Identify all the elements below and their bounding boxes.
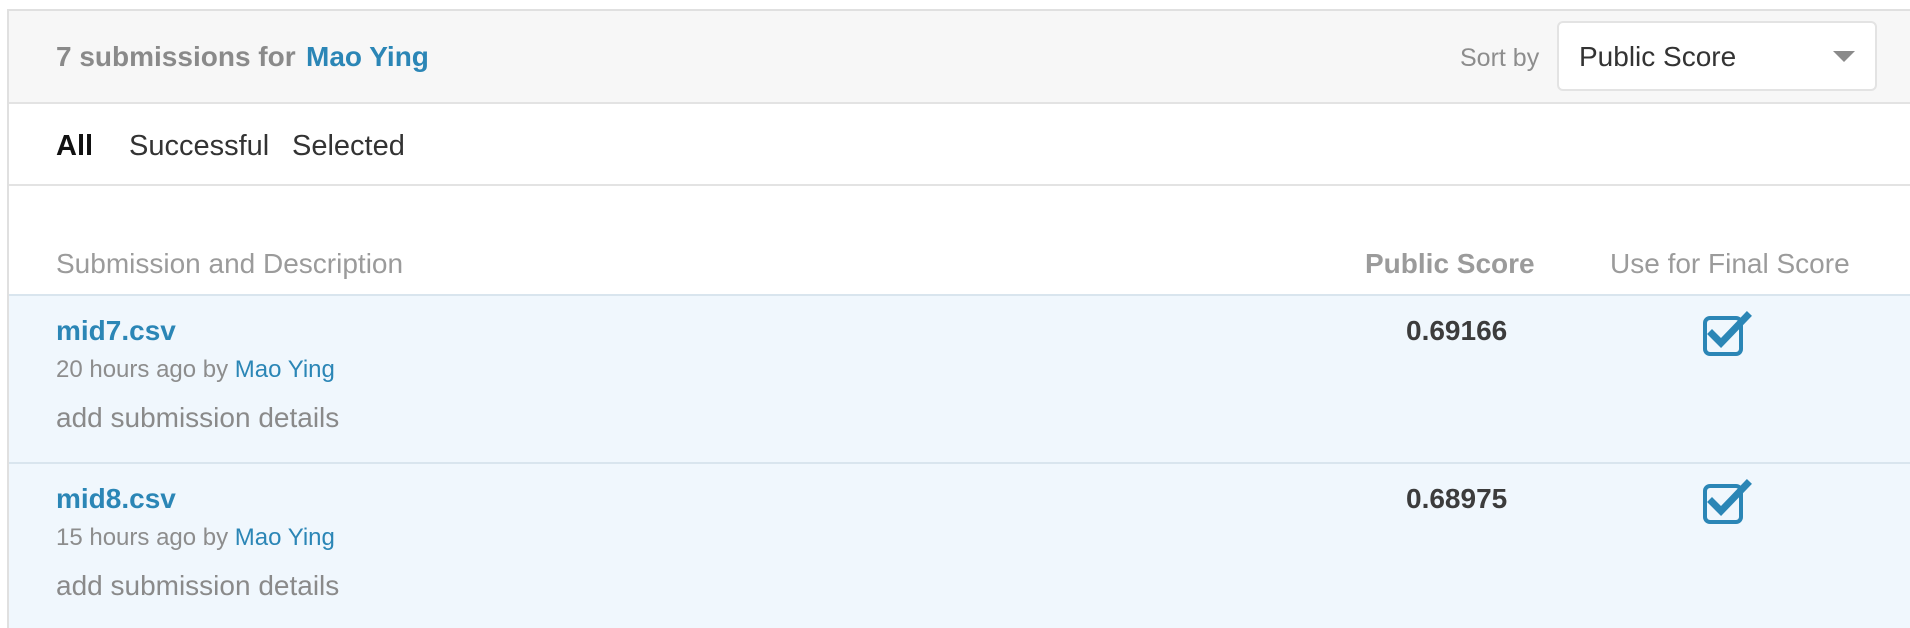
column-header-final-score: Use for Final Score — [1610, 248, 1850, 279]
filter-tabs: All Successful Selected — [9, 104, 1910, 186]
submissions-header: 7 submissions for Mao Ying Sort by Publi… — [9, 11, 1910, 104]
tab-successful[interactable]: Successful — [129, 130, 269, 163]
column-header-public-score[interactable]: Public Score — [1365, 248, 1535, 280]
sort-select[interactable]: Public Score — [1557, 21, 1877, 91]
submission-author-link[interactable]: Mao Ying — [235, 356, 335, 383]
sort-select-value: Public Score — [1579, 41, 1737, 72]
submission-count: 7 submissions for — [56, 41, 296, 72]
caret-down-icon — [1833, 51, 1855, 62]
column-header-submission: Submission and Description — [56, 248, 404, 279]
submission-meta: 20 hours ago by Mao Ying — [56, 356, 335, 384]
submission-file-link[interactable]: mid7.csv — [56, 315, 176, 347]
sort-label: Sort by — [1460, 44, 1540, 72]
tab-all[interactable]: All — [56, 130, 93, 163]
submission-time: 15 hours ago by — [56, 524, 229, 551]
add-details-link[interactable]: add submission details — [56, 402, 339, 434]
submissions-panel: 7 submissions for Mao Ying Sort by Publi… — [7, 9, 1910, 628]
submission-author-link[interactable]: Mao Ying — [235, 524, 335, 551]
submission-time: 20 hours ago by — [56, 356, 229, 383]
owner-link[interactable]: Mao Ying — [306, 41, 429, 73]
public-score-value: 0.68975 — [1406, 483, 1508, 514]
submission-row: mid7.csv 20 hours ago by Mao Ying add su… — [9, 294, 1910, 462]
public-score-value: 0.69166 — [1406, 315, 1508, 346]
submission-file-link[interactable]: mid8.csv — [56, 483, 176, 515]
add-details-link[interactable]: add submission details — [56, 570, 339, 602]
tab-selected[interactable]: Selected — [292, 130, 405, 163]
checked-checkbox-icon[interactable] — [1702, 311, 1752, 357]
submission-meta: 15 hours ago by Mao Ying — [56, 524, 335, 552]
checked-checkbox-icon[interactable] — [1702, 479, 1752, 525]
submission-row: mid8.csv 15 hours ago by Mao Ying add su… — [9, 462, 1910, 628]
submission-list: mid7.csv 20 hours ago by Mao Ying add su… — [9, 294, 1910, 628]
